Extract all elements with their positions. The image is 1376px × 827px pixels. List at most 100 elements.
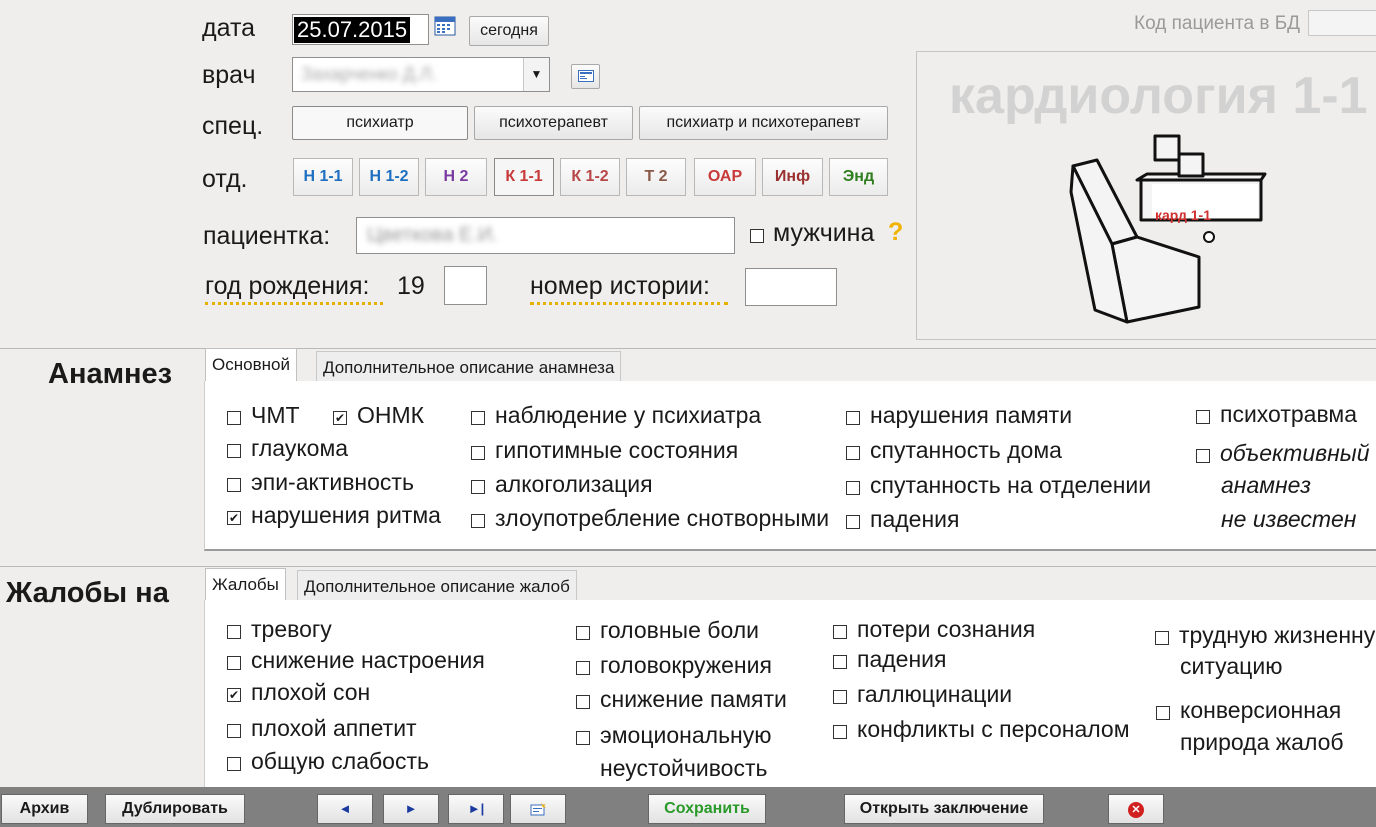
anamnesis-checkbox-8[interactable] (471, 514, 485, 528)
complaints-item-label-4: общую слабость (251, 748, 429, 774)
complaints-checkbox-2[interactable]: ✔ (227, 688, 241, 702)
anamnesis-item-label-12: падения (870, 506, 960, 532)
complaints-checkbox-11[interactable] (833, 690, 847, 704)
birth-year-input[interactable] (444, 266, 487, 305)
dept-button-7[interactable]: Инф (762, 158, 823, 196)
complaints-item-label-7: снижение памяти (600, 686, 787, 712)
anamnesis-checkbox-6[interactable] (471, 446, 485, 460)
anamnesis-checkbox-14[interactable] (1196, 449, 1210, 463)
complaints-checkbox-14[interactable] (1156, 706, 1170, 720)
anamnesis-checkbox-9[interactable] (846, 411, 860, 425)
anamnesis-item-label-5: наблюдение у психиатра (495, 402, 762, 428)
ward-map-icon[interactable]: кард 1-1 (1067, 132, 1277, 327)
patient-db-field[interactable] (1308, 10, 1376, 36)
new-record-icon (530, 802, 546, 816)
birth-underline (205, 302, 383, 305)
patient-label: пациентка: (203, 222, 331, 250)
complaints-item-label-8: эмоциональную (600, 722, 772, 748)
help-icon[interactable]: ? (888, 218, 903, 247)
anamnesis-heading: Анамнез (48, 358, 173, 390)
dept-button-3[interactable]: К 1-1 (494, 158, 554, 196)
close-button[interactable]: ✕ (1108, 794, 1164, 824)
complaints-checkbox-9[interactable] (833, 625, 847, 639)
complaints-item-label-6: головокружения (600, 652, 772, 678)
complaints-divider (0, 566, 1376, 567)
open-conclusion-button[interactable]: Открыть заключение (844, 794, 1044, 824)
anamnesis-checkbox-3[interactable] (227, 478, 241, 492)
complaints-checkbox-4[interactable] (227, 757, 241, 771)
complaints-checkbox-6[interactable] (576, 661, 590, 675)
dept-button-2[interactable]: Н 2 (425, 158, 487, 196)
complaints-item-label-3: плохой аппетит (251, 715, 417, 741)
complaints-checkbox-12[interactable] (833, 725, 847, 739)
anamnesis-item-label-9: нарушения памяти (870, 402, 1073, 428)
calendar-icon[interactable] (434, 16, 456, 36)
complaints-checkbox-0[interactable] (227, 625, 241, 639)
anamnesis-checkbox-2[interactable] (227, 444, 241, 458)
spec-psychiatrist-button[interactable]: психиатр (292, 106, 468, 140)
dept-button-5[interactable]: Т 2 (626, 158, 686, 196)
tab-complaints-extra[interactable]: Дополнительное описание жалоб (297, 570, 577, 601)
anamnesis-checkbox-7[interactable] (471, 480, 485, 494)
complaints-checkbox-10[interactable] (833, 655, 847, 669)
anamnesis-checkbox-1[interactable]: ✔ (333, 411, 347, 425)
date-value: 25.07.2015 (294, 17, 411, 43)
dept-button-4[interactable]: К 1-2 (560, 158, 620, 196)
anamnesis-item-label-14: объективный (1220, 440, 1370, 466)
prev-record-button[interactable]: ◄ (317, 794, 373, 824)
complaints-checkbox-13[interactable] (1155, 631, 1169, 645)
spec-both-button[interactable]: психиатр и психотерапевт (639, 106, 888, 140)
anamnesis-checkbox-0[interactable] (227, 411, 241, 425)
anamnesis-checkbox-12[interactable] (846, 515, 860, 529)
spec-psychotherapist-button[interactable]: психотерапевт (474, 106, 633, 140)
male-checkbox[interactable] (750, 229, 764, 243)
anamnesis-item-label-4: нарушения ритма (251, 502, 441, 528)
conversion-line2: природа жалоб (1180, 729, 1344, 755)
complaints-item-label-13: трудную жизненну (1179, 622, 1376, 648)
doctor-card-button[interactable] (571, 64, 600, 89)
doctor-select[interactable]: Захарченко Д.Л. ▼ (292, 57, 550, 92)
dept-button-0[interactable]: Н 1-1 (293, 158, 353, 196)
anamnesis-item-label-10: спутанность дома (870, 437, 1062, 463)
complaints-item-label-1: снижение настроения (251, 647, 485, 673)
tab-anamnesis-extra[interactable]: Дополнительное описание анамнеза (316, 351, 622, 382)
anamnesis-item-label-6: гипотимные состояния (495, 437, 739, 463)
date-label: дата (202, 14, 256, 42)
anamnesis-item-label-11: спутанность на отделении (870, 472, 1152, 498)
ward-title: кардиология 1-1 (949, 67, 1368, 125)
dept-button-6[interactable]: ОАР (694, 158, 756, 196)
save-button[interactable]: Сохранить (648, 794, 766, 824)
emotional-line2: неустойчивость (600, 755, 768, 781)
last-record-button[interactable]: ►| (448, 794, 504, 824)
next-record-button[interactable]: ► (383, 794, 439, 824)
history-number-label: номер истории: (530, 272, 710, 300)
complaints-checkbox-8[interactable] (576, 731, 590, 745)
complaints-item-label-14: конверсионная (1180, 697, 1342, 723)
new-record-button[interactable] (510, 794, 566, 824)
chevron-down-icon[interactable]: ▼ (523, 58, 549, 91)
complaints-item-label-9: потери сознания (857, 616, 1036, 642)
tab-complaints-main[interactable]: Жалобы (205, 568, 286, 601)
anamnesis-checkbox-5[interactable] (471, 411, 485, 425)
tab-anamnesis-main[interactable]: Основной (205, 348, 297, 382)
anamnesis-checkbox-13[interactable] (1196, 410, 1210, 424)
date-field[interactable]: 25.07.2015 (292, 14, 429, 45)
objective-anamnesis-line3: не известен (1221, 506, 1357, 532)
complaints-checkbox-7[interactable] (576, 695, 590, 709)
anamnesis-checkbox-10[interactable] (846, 446, 860, 460)
dept-button-1[interactable]: Н 1-2 (359, 158, 419, 196)
anamnesis-checkbox-11[interactable] (846, 481, 860, 495)
anamnesis-checkbox-4[interactable]: ✔ (227, 511, 241, 525)
anamnesis-item-label-13: психотравма (1220, 401, 1358, 427)
complaints-checkbox-1[interactable] (227, 656, 241, 670)
complaints-checkbox-3[interactable] (227, 724, 241, 738)
today-button[interactable]: сегодня (469, 16, 549, 46)
dept-button-8[interactable]: Энд (829, 158, 888, 196)
archive-button[interactable]: Архив (1, 794, 88, 824)
history-number-input[interactable] (745, 268, 837, 306)
patient-name-field[interactable]: Цветкова Е.И. (356, 217, 735, 254)
complaints-item-label-11: галлюцинации (857, 681, 1013, 707)
complaints-checkbox-5[interactable] (576, 626, 590, 640)
ward-map-label: кард 1-1 (1155, 207, 1211, 223)
duplicate-button[interactable]: Дублировать (105, 794, 245, 824)
